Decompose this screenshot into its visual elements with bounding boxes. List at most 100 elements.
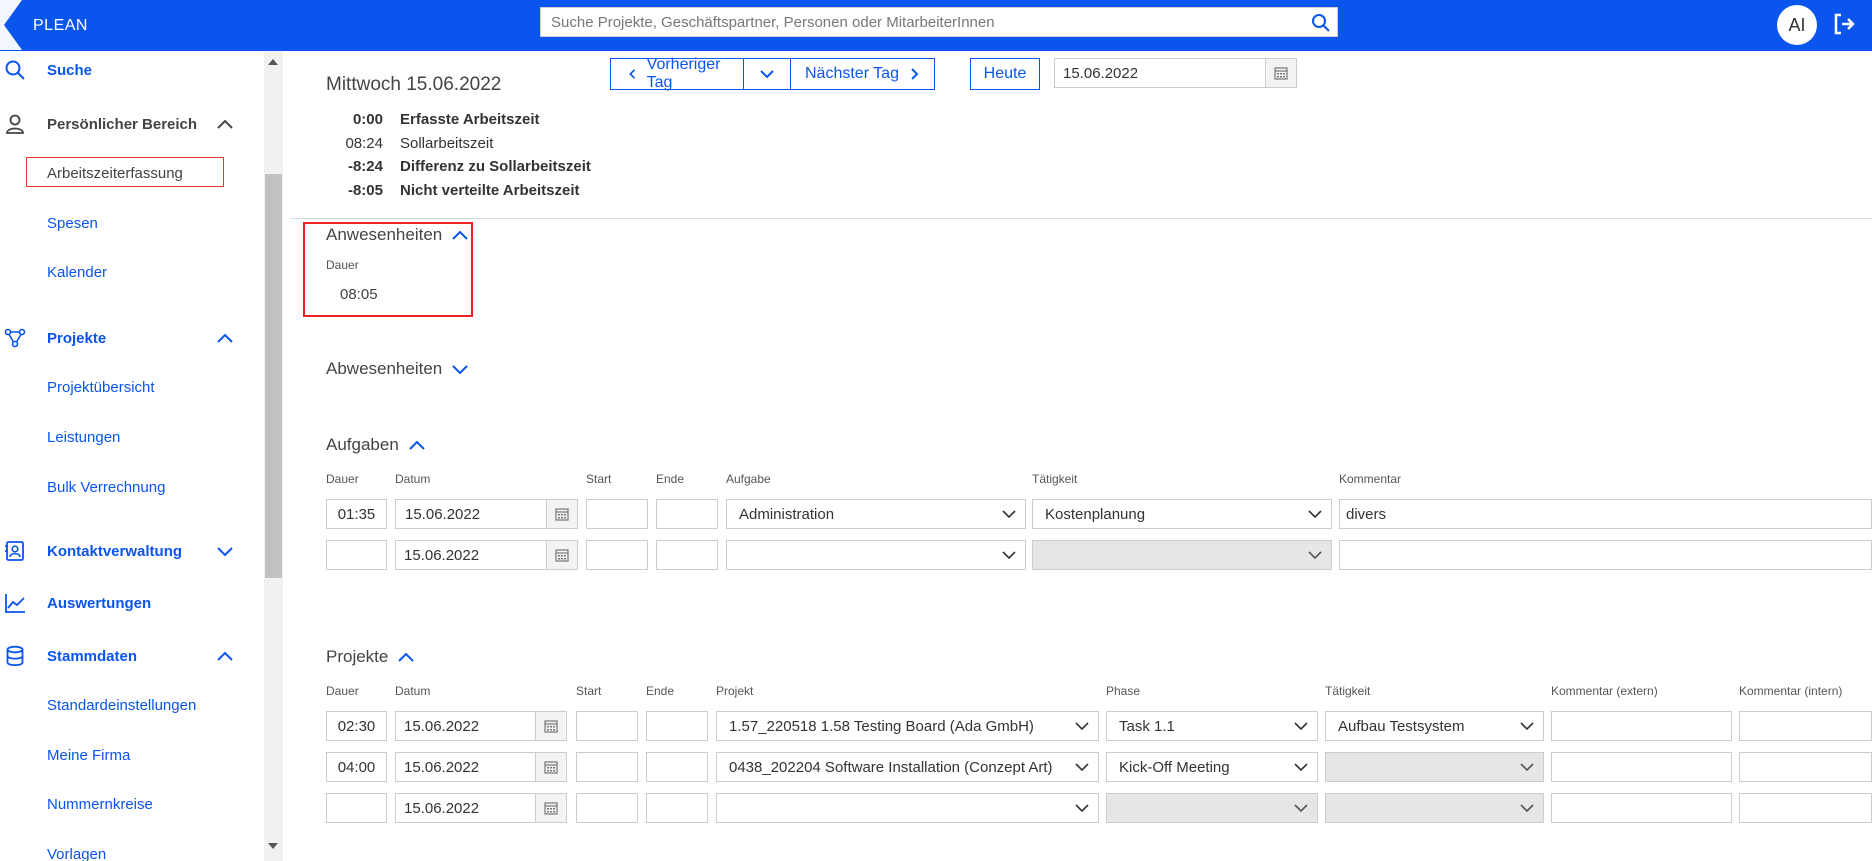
logout-icon[interactable] <box>1832 12 1856 36</box>
previous-day-button[interactable]: Vorheriger Tag <box>611 56 744 91</box>
chart-line-icon <box>5 594 25 613</box>
search-icon[interactable] <box>1311 13 1331 33</box>
kommentar-intern-input[interactable] <box>1740 794 1871 822</box>
kommentar-extern-input[interactable] <box>1552 794 1731 822</box>
chevron-down-icon[interactable] <box>214 540 236 562</box>
kommentar-intern-input[interactable] <box>1740 712 1871 740</box>
aufgabe-datum-input[interactable] <box>404 504 482 524</box>
column-header: Start <box>586 472 612 486</box>
chevron-up-icon[interactable] <box>214 113 236 135</box>
projekt-select[interactable]: 0438_202204 Software Installation (Conze… <box>716 752 1099 782</box>
aufgabe-kommentar-input[interactable] <box>1340 541 1871 569</box>
projekte-header[interactable]: Projekte <box>326 647 416 667</box>
user-avatar[interactable]: AI <box>1777 5 1817 45</box>
chevron-up-icon[interactable] <box>214 327 236 349</box>
global-search <box>540 7 1338 37</box>
database-icon <box>6 645 24 667</box>
calendar-icon[interactable] <box>546 541 577 569</box>
phase-select[interactable] <box>1106 793 1318 823</box>
projekt-ende-input[interactable] <box>647 753 707 781</box>
scroll-down-arrow-icon[interactable] <box>268 843 278 849</box>
aufgabe-dauer-input[interactable] <box>327 500 386 528</box>
phase-select[interactable]: Task 1.1 <box>1106 711 1318 741</box>
next-day-button[interactable]: Nächster Tag <box>791 59 934 89</box>
projekt-select[interactable] <box>716 793 1099 823</box>
logo-text: PLEAN <box>33 16 88 34</box>
projekt-taetigkeit-select[interactable]: Aufbau Testsystem <box>1325 711 1544 741</box>
projekt-start-input[interactable] <box>577 753 637 781</box>
projekt-dauer-input[interactable] <box>327 753 386 781</box>
aufgabe-datum-field <box>395 499 578 529</box>
kommentar-intern-input[interactable] <box>1740 753 1871 781</box>
aufgabe-ende-input[interactable] <box>657 500 717 528</box>
sidebar-item-label: Arbeitszeiterfassung <box>47 164 183 182</box>
today-button[interactable]: Heute <box>970 58 1040 90</box>
projekt-taetigkeit-select[interactable] <box>1325 793 1544 823</box>
projekt-select[interactable]: 1.57_220518 1.58 Testing Board (Ada GmbH… <box>716 711 1099 741</box>
sidebar-item-label: Kalender <box>47 263 108 281</box>
anwesenheiten-header[interactable]: Anwesenheiten <box>326 225 470 245</box>
aufgabe-select[interactable] <box>726 540 1026 570</box>
aufgabe-start-input[interactable] <box>587 500 647 528</box>
scroll-up-arrow-icon[interactable] <box>268 59 278 65</box>
main-content: Mittwoch 15.06.2022 Vorheriger Tag Nächs… <box>283 51 1872 861</box>
projekt-datum-input[interactable] <box>396 794 542 822</box>
projekt-datum-input[interactable] <box>396 753 542 781</box>
aufgabe-start-input[interactable] <box>587 541 647 569</box>
projekt-datum-input[interactable] <box>396 712 542 740</box>
chevron-down-icon[interactable] <box>450 359 470 379</box>
calendar-icon[interactable] <box>1265 59 1296 87</box>
day-dropdown-button[interactable] <box>744 59 791 89</box>
header-date-input[interactable] <box>1055 59 1272 87</box>
taetigkeit-select[interactable]: Kostenplanung <box>1032 499 1332 529</box>
phase-select[interactable]: Kick-Off Meeting <box>1106 752 1318 782</box>
section-title: Anwesenheiten <box>326 225 443 244</box>
aufgabe-ende-input[interactable] <box>657 541 717 569</box>
column-header: Kommentar (intern) <box>1739 684 1843 698</box>
aufgabe-kommentar-input[interactable] <box>1340 500 1871 528</box>
projekt-start-input[interactable] <box>577 794 637 822</box>
scrollbar-thumb[interactable] <box>265 174 282 578</box>
chevron-up-icon[interactable] <box>214 645 236 667</box>
projekt-ende-input[interactable] <box>647 712 707 740</box>
column-header: Projekt <box>716 684 754 698</box>
chevron-up-icon[interactable] <box>407 435 427 455</box>
calendar-icon[interactable] <box>535 753 566 781</box>
abwesenheiten-header[interactable]: Abwesenheiten <box>326 359 470 379</box>
projekt-taetigkeit-select[interactable] <box>1325 752 1544 782</box>
summary-row: 0:00 Erfasste Arbeitszeit <box>326 108 591 132</box>
header-date-field <box>1054 58 1297 88</box>
select-value: Kick-Off Meeting <box>1119 758 1230 776</box>
calendar-icon[interactable] <box>535 712 566 740</box>
projekt-dauer-field <box>326 793 387 823</box>
global-search-input[interactable] <box>541 8 1301 36</box>
projekt-dauer-input[interactable] <box>327 794 386 822</box>
calendar-icon[interactable] <box>535 794 566 822</box>
chevron-down-icon <box>1002 551 1016 560</box>
aufgabe-kommentar-field <box>1339 499 1872 529</box>
app-logo[interactable]: PLEAN <box>0 0 88 51</box>
kommentar-extern-input[interactable] <box>1552 712 1731 740</box>
chevron-up-icon[interactable] <box>450 225 470 245</box>
search-icon <box>5 60 25 80</box>
taetigkeit-select[interactable] <box>1032 540 1332 570</box>
aufgaben-header[interactable]: Aufgaben <box>326 435 427 455</box>
column-header: Dauer <box>326 684 359 698</box>
sidebar-item-label: Stammdaten <box>47 647 138 665</box>
aufgabe-dauer-input[interactable] <box>327 541 386 569</box>
projekt-dauer-input[interactable] <box>327 712 386 740</box>
projekt-start-input[interactable] <box>577 712 637 740</box>
aufgabe-select[interactable]: Administration <box>726 499 1026 529</box>
kommentar-extern-input[interactable] <box>1552 753 1731 781</box>
sidebar-item-label: Leistungen <box>47 428 121 446</box>
calendar-icon[interactable] <box>546 500 577 528</box>
chevron-down-icon <box>1294 722 1308 731</box>
select-value: 1.57_220518 1.58 Testing Board (Ada GmbH… <box>729 717 1034 735</box>
aufgabe-datum-input[interactable] <box>396 541 553 569</box>
projekt-ende-input[interactable] <box>647 794 707 822</box>
section-title: Abwesenheiten <box>326 359 443 378</box>
sidebar-item-label: Projekte <box>47 329 107 347</box>
aufgabe-ende-field <box>656 540 718 570</box>
sidebar-scrollbar[interactable] <box>264 51 283 861</box>
chevron-up-icon[interactable] <box>396 647 416 667</box>
